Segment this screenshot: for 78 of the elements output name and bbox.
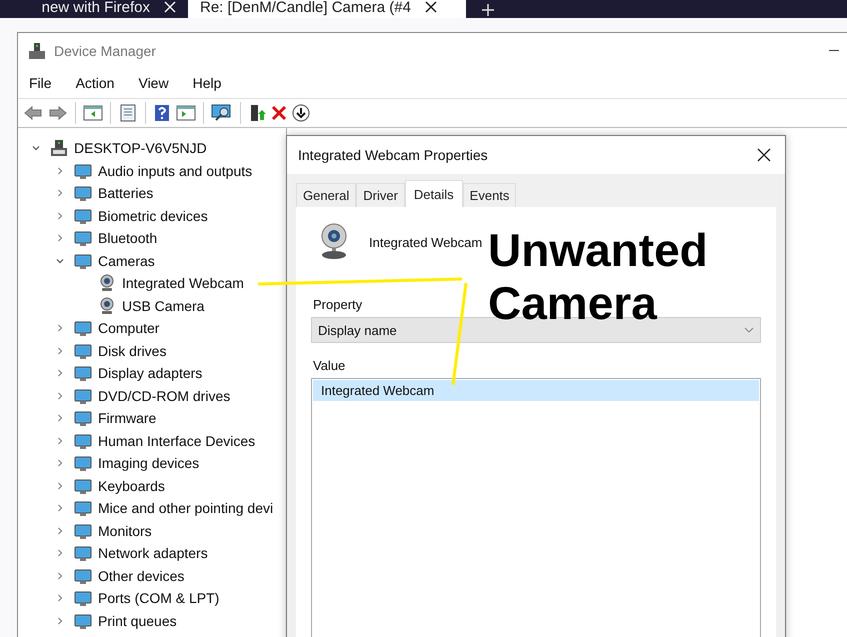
tree-item[interactable]: Monitors xyxy=(98,522,152,539)
device-icon xyxy=(74,409,92,428)
tab[interactable]: Driver xyxy=(356,183,405,207)
tree-item[interactable]: Computer xyxy=(98,320,160,336)
webcam-icon xyxy=(98,274,116,292)
action-pane-icon[interactable] xyxy=(176,104,196,122)
tree-item[interactable]: Batteries xyxy=(98,185,154,202)
device-icon xyxy=(74,544,92,562)
value-label: Value xyxy=(313,358,346,373)
tree-item[interactable]: Imaging devices xyxy=(98,455,200,472)
tree-item[interactable]: Human Interface Devices xyxy=(98,432,256,449)
tree-item[interactable]: Keyboards xyxy=(98,478,165,494)
tree-item[interactable]: Other devices xyxy=(98,568,184,584)
tree-item[interactable]: Network adapters xyxy=(98,545,208,562)
device-icon xyxy=(74,319,92,338)
device-icon xyxy=(74,566,92,585)
dialog-title: Integrated Webcam Properties xyxy=(298,147,488,163)
monitor-magnifier-icon[interactable] xyxy=(211,104,233,122)
device-icon xyxy=(74,342,92,360)
tree-item[interactable]: Display adapters xyxy=(98,365,202,382)
device-icon xyxy=(74,229,92,248)
tab[interactable]: General xyxy=(296,183,356,207)
device-icon xyxy=(74,589,92,608)
device-icon xyxy=(74,386,92,405)
tree-item[interactable]: Audio inputs and outputs xyxy=(98,162,252,179)
device-manager-icon xyxy=(28,42,46,60)
new-tab-icon[interactable] xyxy=(482,4,494,16)
menu-item[interactable]: File xyxy=(29,75,52,91)
device-icon xyxy=(74,252,92,270)
tree-item[interactable]: Ports (COM & LPT) xyxy=(98,590,220,606)
tree-item[interactable]: Integrated Webcam xyxy=(122,275,244,292)
list-item[interactable]: Integrated Webcam xyxy=(313,380,759,401)
window-title: Device Manager xyxy=(54,42,156,58)
webcam-icon xyxy=(98,296,116,315)
tree-item[interactable]: Cameras xyxy=(98,252,155,269)
close-icon[interactable] xyxy=(757,148,771,162)
forward-icon[interactable] xyxy=(48,104,68,122)
menu-item[interactable]: Action xyxy=(76,75,114,91)
tree-item[interactable]: Mice and other pointing devi xyxy=(98,500,274,516)
device-icon xyxy=(74,162,92,180)
device-icon xyxy=(74,454,92,472)
device-icon xyxy=(74,206,92,225)
device-icon xyxy=(74,499,92,518)
delete-icon[interactable] xyxy=(271,105,287,121)
tree-item[interactable]: Disk drives xyxy=(98,342,166,359)
properties-icon[interactable] xyxy=(118,104,138,122)
tree-item[interactable]: Print queues xyxy=(98,612,177,629)
console-tree-icon[interactable] xyxy=(83,104,103,122)
device-icon xyxy=(74,432,92,450)
tab[interactable]: Details xyxy=(404,180,463,207)
property-label: Property xyxy=(313,297,364,312)
webcam-icon xyxy=(319,222,349,260)
help-icon[interactable] xyxy=(153,104,171,122)
device-icon xyxy=(74,364,92,382)
tree-item[interactable]: Bluetooth xyxy=(98,230,158,246)
tree-item[interactable]: DESKTOP-V6V5NJD xyxy=(74,140,207,156)
tree-item[interactable]: Biometric devices xyxy=(98,208,208,224)
browser-tab[interactable]: Re: [DenM/Candle] Camera (#4 xyxy=(188,0,466,18)
tree-item[interactable]: DVD/CD-ROM drives xyxy=(98,388,230,404)
browser-tab[interactable]: new with Firefox xyxy=(0,0,188,18)
device-icon xyxy=(74,612,92,630)
dropdown-chevron-icon xyxy=(744,327,754,333)
back-icon[interactable] xyxy=(23,104,43,122)
computer-icon xyxy=(50,139,68,158)
device-icon xyxy=(74,522,92,540)
menu-item[interactable]: Help xyxy=(192,75,222,91)
update-driver-icon[interactable] xyxy=(248,104,266,122)
minimize-icon[interactable] xyxy=(829,50,839,52)
tree-item[interactable]: Firmware xyxy=(98,410,156,426)
tree-item[interactable]: USB Camera xyxy=(122,298,204,314)
device-icon xyxy=(74,476,92,495)
value-list[interactable]: Integrated Webcam xyxy=(311,378,761,637)
tab[interactable]: Events xyxy=(462,183,516,207)
device-name: Integrated Webcam xyxy=(369,235,482,250)
menu-item[interactable]: View xyxy=(138,75,169,91)
download-icon[interactable] xyxy=(292,104,310,122)
device-icon xyxy=(74,184,92,202)
close-icon[interactable] xyxy=(424,1,437,13)
